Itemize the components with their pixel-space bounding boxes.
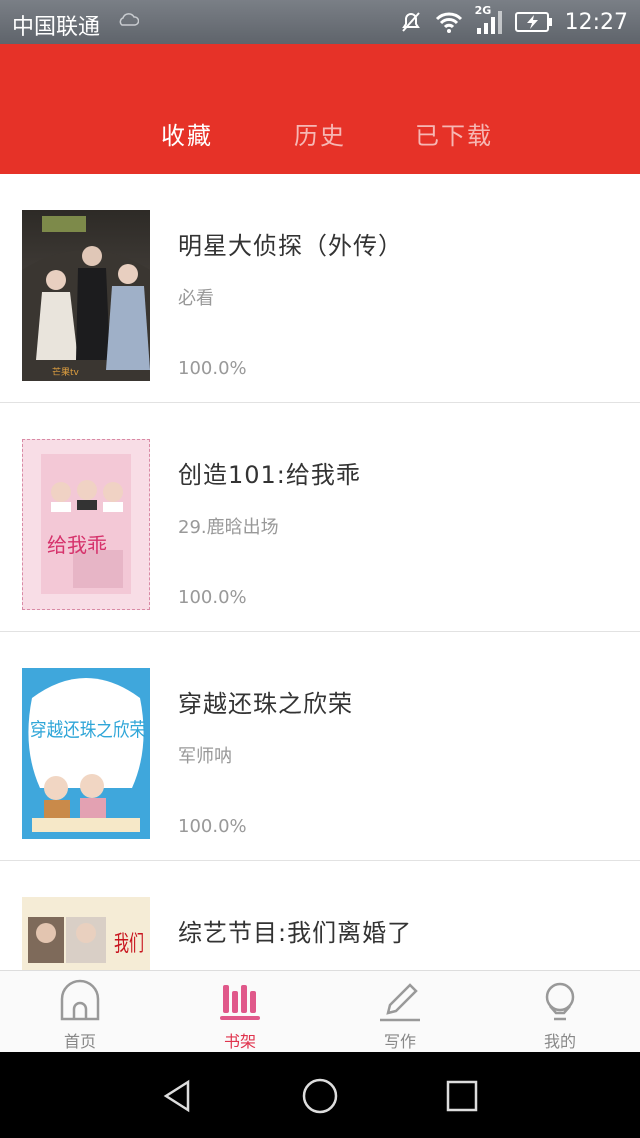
pink-cover-art: 给我乖 <box>41 454 131 594</box>
nav-bookshelf-label: 书架 <box>223 1032 256 1051</box>
book-author: 29.鹿晗出场 <box>178 517 279 538</box>
system-nav-bar <box>0 1052 640 1138</box>
book-progress: 100.0% <box>178 816 247 837</box>
variety-cover-art: 我们 <box>28 917 144 963</box>
nav-profile-label: 我的 <box>543 1032 576 1051</box>
book-progress: 100.0% <box>178 358 247 379</box>
signal-icon: 2G <box>475 4 503 36</box>
wifi-icon <box>435 12 462 33</box>
blue-cover-art: 穿越还珠之欣荣 <box>28 678 146 832</box>
book-title: 穿越还珠之欣荣 <box>178 690 353 718</box>
shelf-tabs: 收藏 历史 已下载 <box>0 116 640 156</box>
list-item[interactable]: 芒果tv 明星大侦探（外传） 必看 100.0% <box>0 174 640 403</box>
cover-title-text: 给我乖 <box>47 533 107 557</box>
cover-title-text: 我们 <box>114 932 144 957</box>
book-title: 明星大侦探（外传） <box>178 232 403 260</box>
list-item[interactable]: 我们 综艺节目:我们离婚了 <box>0 861 640 970</box>
cloud-icon <box>119 13 139 26</box>
detective-cover-art: 芒果tv <box>22 216 150 381</box>
nav-bookshelf[interactable]: 书架 <box>160 971 320 1053</box>
bottom-nav: 首页 书架 写作 我的 <box>0 970 640 1053</box>
pencil-icon <box>380 983 420 1022</box>
book-cover: 穿越还珠之欣荣 <box>22 668 150 839</box>
book-progress: 100.0% <box>178 587 247 608</box>
recent-apps-icon[interactable] <box>442 1076 482 1116</box>
list-item[interactable]: 给我乖 创造101:给我乖 29.鹿晗出场 100.0% <box>0 403 640 632</box>
battery-icon <box>514 12 552 32</box>
book-list: 芒果tv 明星大侦探（外传） 必看 100.0% 给我乖 创造101:给我乖 2… <box>0 174 640 970</box>
header: 收藏 历史 已下载 <box>0 44 640 174</box>
cover-title-text: 穿越还珠之欣荣 <box>30 719 146 741</box>
list-item[interactable]: 穿越还珠之欣荣 穿越还珠之欣荣 军师呐 100.0% <box>0 632 640 861</box>
nav-home[interactable]: 首页 <box>0 971 160 1053</box>
book-author: 军师呐 <box>178 746 232 767</box>
nav-write[interactable]: 写作 <box>320 971 480 1053</box>
carrier-label: 中国联通 <box>12 15 101 40</box>
nav-profile[interactable]: 我的 <box>480 971 640 1053</box>
svg-text:芒果tv: 芒果tv <box>52 366 80 378</box>
mute-icon <box>401 12 420 32</box>
book-author: 必看 <box>178 288 214 309</box>
book-cover: 我们 <box>22 897 150 970</box>
tab-history[interactable]: 历史 <box>294 116 346 151</box>
tab-favorites[interactable]: 收藏 <box>161 116 213 151</box>
book-cover: 芒果tv <box>22 210 150 381</box>
book-title: 综艺节目:我们离婚了 <box>178 919 413 947</box>
status-icons: 2G 12:27 <box>399 4 628 38</box>
nav-write-label: 写作 <box>383 1032 416 1051</box>
back-icon[interactable] <box>158 1076 198 1116</box>
tab-downloaded[interactable]: 已下载 <box>415 116 493 151</box>
clock: 12:27 <box>564 9 628 35</box>
profile-icon <box>545 982 575 1021</box>
bookshelf-icon <box>220 985 260 1020</box>
book-cover: 给我乖 <box>22 439 150 610</box>
home-icon <box>60 979 100 1021</box>
status-bar: 中国联通 2G 12:27 <box>0 0 640 44</box>
nav-home-label: 首页 <box>63 1032 96 1051</box>
book-title: 创造101:给我乖 <box>178 461 361 489</box>
home-circle-icon[interactable] <box>300 1076 340 1116</box>
